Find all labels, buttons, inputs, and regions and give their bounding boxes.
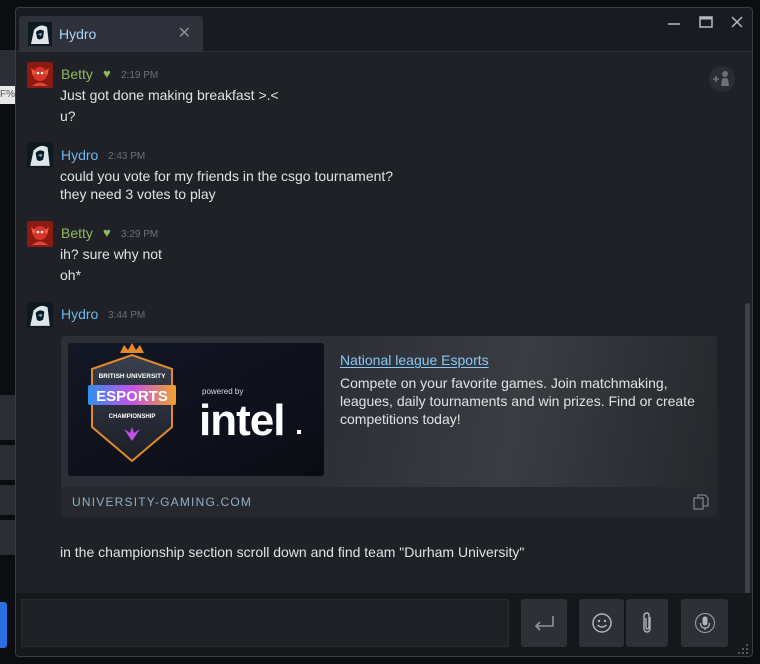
background-blue-button (0, 602, 7, 648)
background-window-strip (0, 395, 16, 440)
microphone-icon (694, 612, 715, 634)
embed-description: Compete on your favorite games. Join mat… (340, 375, 695, 427)
embed-footer: UNIVERSITY-GAMING.COM (61, 487, 717, 517)
minimize-icon[interactable] (664, 14, 684, 34)
timestamp: 3:44 PM (108, 310, 146, 321)
hydro-avatar[interactable] (27, 302, 53, 328)
background-window-strip (0, 445, 16, 480)
message-text: could you vote for my friends in the csg… (60, 168, 394, 184)
message-text: they need 3 votes to play (60, 186, 216, 202)
message-text: oh* (60, 267, 82, 283)
embed-thumbnail[interactable]: BRITISH UNIVERSITY ESPORTS CHAMPIONSHIP … (68, 343, 324, 476)
chat-scrollbar[interactable] (745, 303, 750, 633)
background-window-strip (0, 520, 16, 555)
sender-name[interactable]: Hydro (61, 147, 98, 163)
message-text: in the championship section scroll down … (60, 544, 525, 560)
emoticon-button[interactable] (579, 599, 624, 647)
banner-top-text: BRITISH UNIVERSITY (99, 373, 166, 380)
tab-hydro[interactable]: Hydro ✕ (19, 16, 203, 52)
sender-name[interactable]: Betty (61, 225, 93, 241)
title-bar[interactable]: Hydro ✕ (16, 8, 752, 52)
intel-logo-text: intel (199, 396, 284, 445)
resize-grip-icon[interactable] (737, 643, 749, 655)
smiley-icon (591, 613, 612, 633)
enter-arrow-icon (534, 616, 554, 631)
heart-icon: ♥ (103, 225, 111, 240)
chat-window: Hydro ✕ Betty ♥ 2:19 PM Just got done ma… (15, 7, 753, 657)
maximize-icon[interactable] (696, 14, 716, 34)
banner-bottom-text: CHAMPIONSHIP (109, 414, 156, 420)
embed-domain-link[interactable]: UNIVERSITY-GAMING.COM (72, 495, 252, 509)
close-icon[interactable] (727, 14, 747, 34)
add-friend-icon[interactable] (709, 66, 735, 92)
message-text: ih? sure why not (60, 246, 162, 262)
timestamp: 3:29 PM (121, 229, 159, 240)
chat-input-bar (16, 593, 752, 656)
esports-banner-image: BRITISH UNIVERSITY ESPORTS CHAMPIONSHIP … (68, 343, 324, 476)
paperclip-icon (643, 612, 651, 633)
hydro-avatar (28, 22, 52, 46)
copy-icon[interactable] (692, 493, 710, 511)
hydro-avatar[interactable] (27, 142, 53, 168)
sender-name[interactable]: Betty (61, 66, 93, 82)
background-window-strip (0, 50, 16, 90)
link-embed[interactable]: BRITISH UNIVERSITY ESPORTS CHAMPIONSHIP … (61, 336, 717, 517)
tab-close-icon[interactable]: ✕ (178, 23, 191, 43)
betty-avatar[interactable] (27, 62, 53, 88)
betty-avatar[interactable] (27, 221, 53, 247)
message-text: u? (60, 108, 76, 124)
message-text: Just got done making breakfast >.< (60, 87, 279, 103)
message-input[interactable] (21, 599, 509, 647)
sender-name[interactable]: Hydro (61, 306, 98, 322)
embed-title-link[interactable]: National league Esports (340, 352, 489, 368)
tab-title: Hydro (59, 26, 97, 42)
powered-by-text: powered by (202, 387, 243, 396)
banner-main-text: ESPORTS (96, 388, 168, 405)
attach-button[interactable] (626, 599, 668, 647)
timestamp: 2:43 PM (108, 151, 146, 162)
timestamp: 2:19 PM (121, 70, 159, 81)
heart-icon: ♥ (103, 66, 111, 81)
background-window-strip (0, 485, 16, 515)
send-button[interactable] (521, 599, 567, 647)
chat-history[interactable]: Betty ♥ 2:19 PM Just got done making bre… (16, 53, 750, 633)
voice-chat-button[interactable] (681, 599, 728, 647)
